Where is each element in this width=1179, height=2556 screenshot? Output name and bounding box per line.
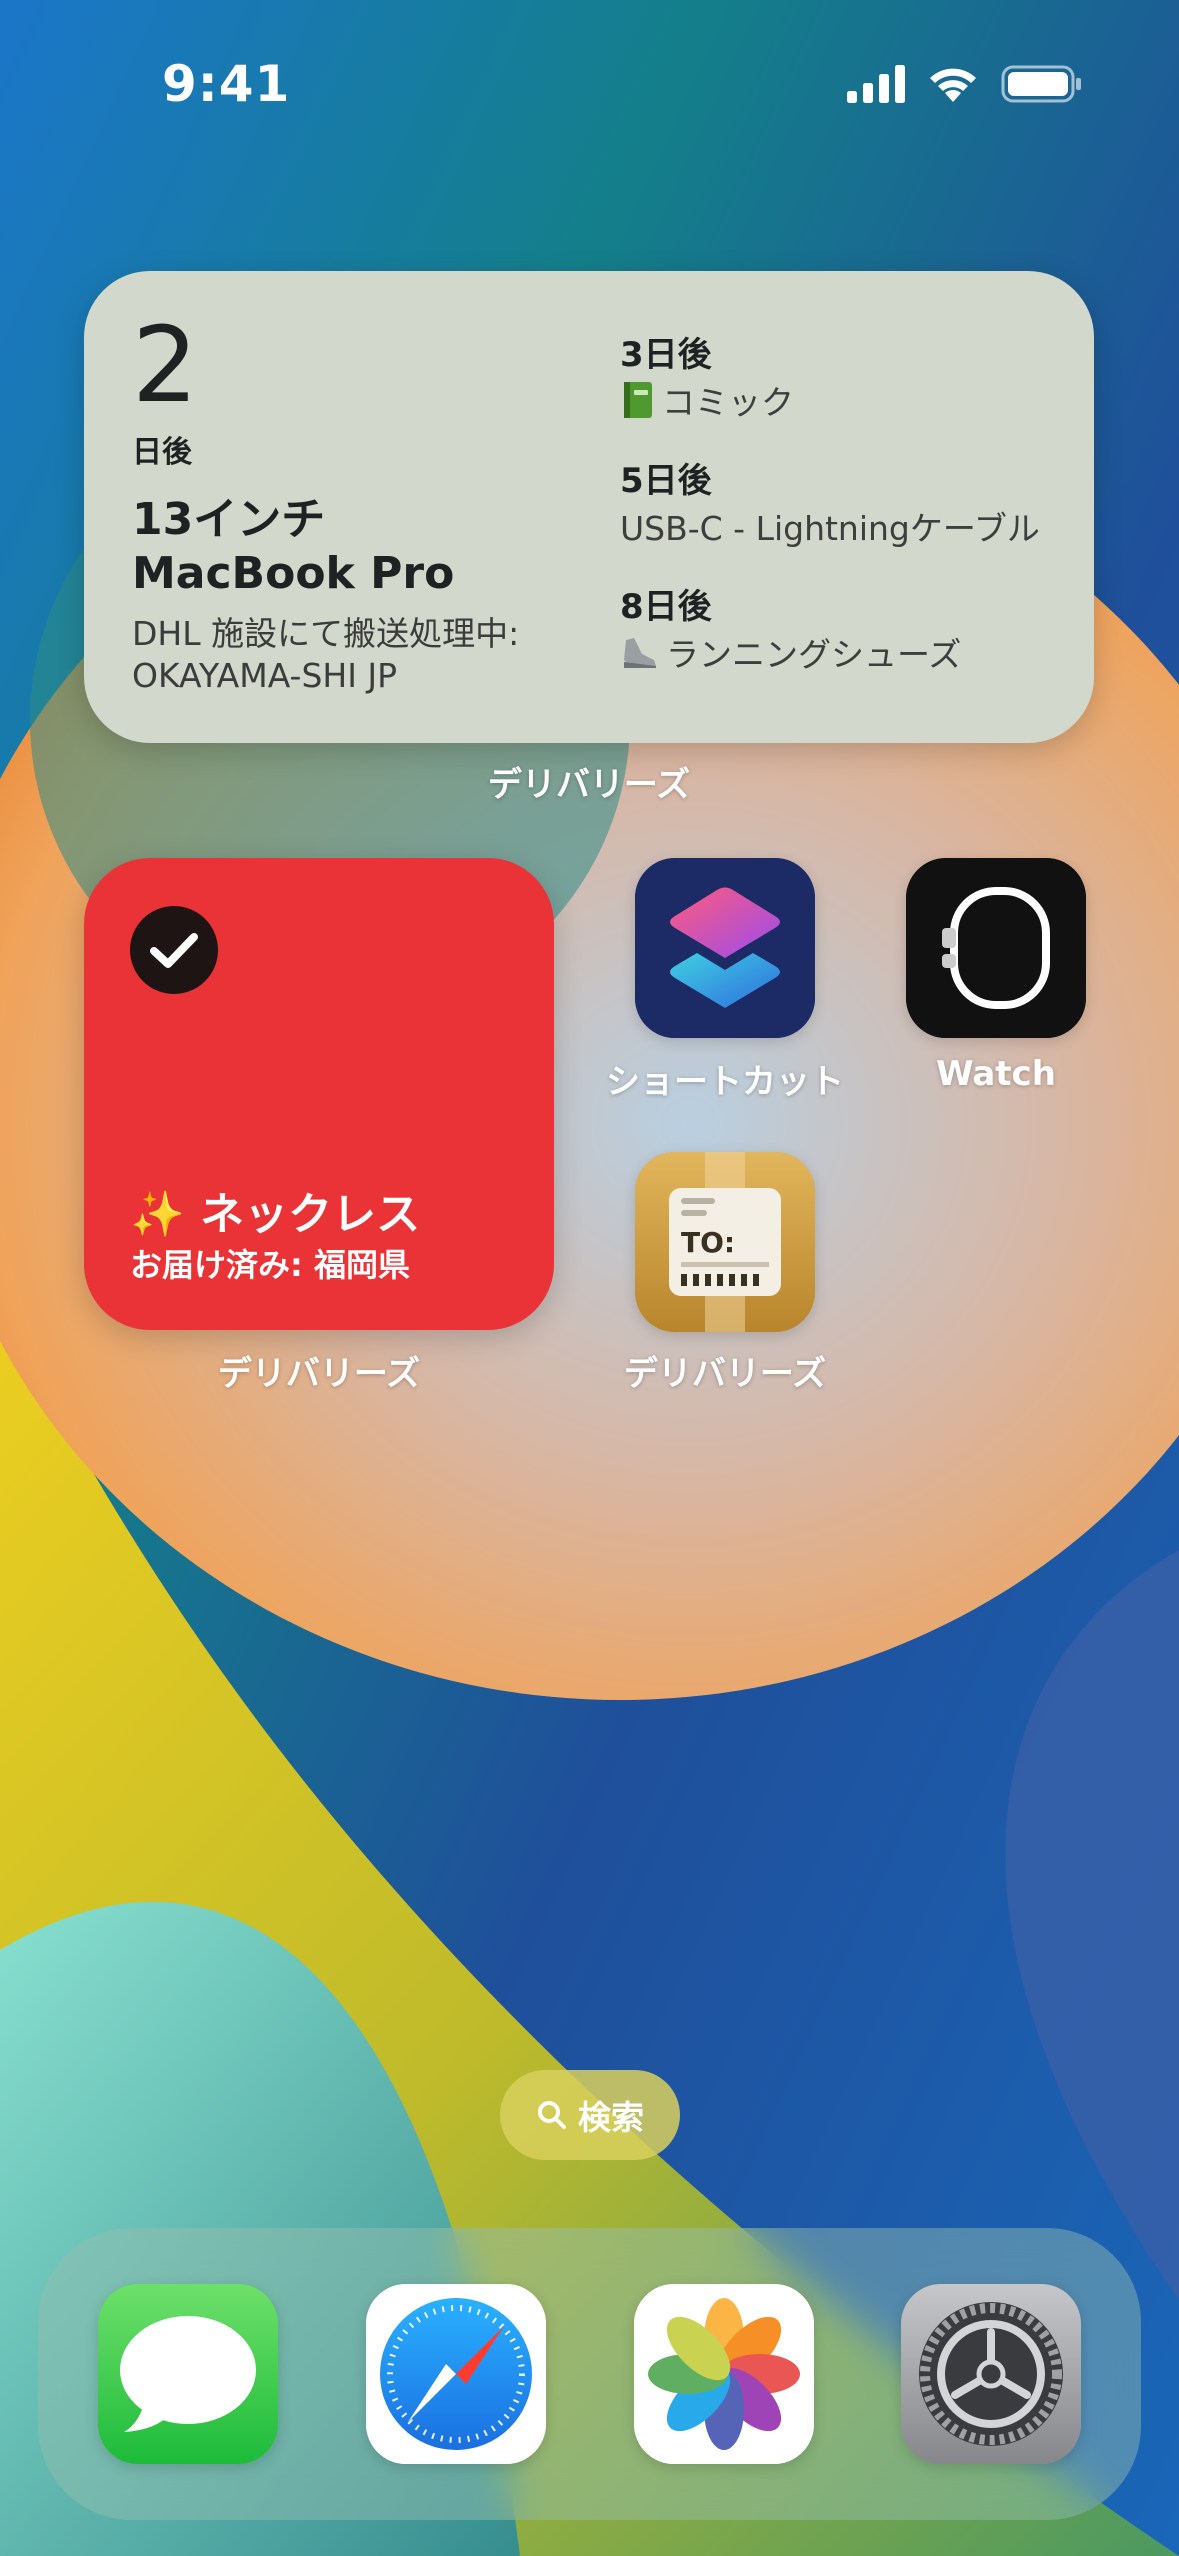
deliveries-small-widget[interactable]: ✨ ネックレス お届け済み: 福岡県 — [84, 858, 554, 1330]
messages-icon — [98, 2284, 278, 2464]
svg-text:TO:: TO: — [681, 1226, 735, 1259]
search-label: 検索 — [578, 2098, 644, 2137]
watch-icon — [906, 858, 1086, 1038]
deliveries-app[interactable]: TO: — [635, 1152, 815, 1332]
battery-icon — [1001, 65, 1081, 103]
upcoming-list: 3日後 コミック 5日後 USB-C - Lightningケーブル 8日後 ラ… — [620, 331, 1060, 709]
small-widget-caption: デリバリーズ — [217, 1354, 421, 1394]
running-shoe-icon — [624, 638, 656, 668]
package-status: DHL 施設にて搬送処理中: OKAYAMA-SHI JP — [132, 614, 520, 695]
upcoming-name: コミック — [662, 383, 794, 422]
safari-icon — [366, 2284, 546, 2464]
settings-app[interactable] — [901, 2284, 1081, 2464]
checkmark-icon — [130, 906, 218, 994]
days-remaining: 2 — [132, 304, 199, 426]
shortcuts-label: ショートカット — [606, 1062, 844, 1102]
delivered-status: お届け済み: 福岡県 — [130, 1246, 410, 1284]
upcoming-when: 5日後 — [620, 461, 712, 501]
upcoming-name: USB-C - Lightningケーブル — [620, 509, 1040, 548]
safari-app[interactable] — [366, 2284, 546, 2464]
watch-app[interactable] — [906, 858, 1086, 1038]
watch-label: Watch — [936, 1054, 1056, 1094]
status-time: 9:41 — [162, 55, 291, 113]
shortcuts-app[interactable] — [635, 858, 815, 1038]
status-icons — [847, 64, 1083, 104]
search-icon — [538, 2101, 566, 2129]
search-button[interactable]: 検索 — [500, 2070, 680, 2160]
upcoming-when: 8日後 — [620, 587, 712, 627]
upcoming-name: ランニングシューズ — [666, 635, 962, 674]
deliveries-package-icon: TO: — [635, 1152, 815, 1332]
deliveries-large-widget[interactable]: 2 日後 13インチ MacBook Pro DHL 施設にて搬送処理中: OK… — [84, 271, 1094, 743]
delivered-item-name: ✨ ネックレス — [130, 1189, 421, 1240]
messages-app[interactable] — [98, 2284, 278, 2464]
package-name: 13インチ MacBook Pro — [132, 494, 455, 599]
upcoming-item: 5日後 USB-C - Lightningケーブル — [620, 457, 1060, 583]
photos-app[interactable] — [634, 2284, 814, 2464]
days-unit-label: 日後 — [132, 435, 192, 470]
large-widget-caption: デリバリーズ — [487, 765, 691, 805]
upcoming-item: 3日後 コミック — [620, 331, 1060, 457]
deliveries-label: デリバリーズ — [623, 1354, 827, 1394]
green-book-icon — [624, 382, 652, 418]
upcoming-when: 3日後 — [620, 335, 712, 375]
cellular-signal-icon — [847, 65, 905, 103]
settings-icon — [901, 2284, 1081, 2464]
upcoming-item: 8日後 ランニングシューズ — [620, 583, 1060, 709]
shortcuts-icon — [635, 858, 815, 1038]
wifi-icon — [930, 68, 976, 102]
photos-icon — [634, 2284, 814, 2464]
